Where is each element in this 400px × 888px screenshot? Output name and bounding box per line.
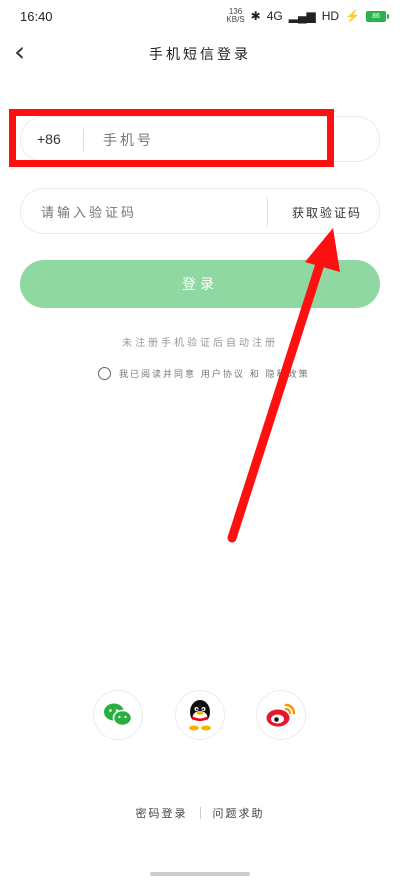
help-link[interactable]: 问题求助: [201, 805, 277, 821]
header: ‹ 手机短信登录: [0, 38, 400, 68]
wechat-icon: [104, 703, 133, 727]
verification-code-input[interactable]: [39, 197, 263, 229]
agreement-row[interactable]: 我已阅读并同意 用户协议 和 隐私政策: [98, 364, 318, 382]
login-button[interactable]: 登录: [20, 260, 380, 308]
social-login-row: [0, 690, 400, 742]
get-code-button[interactable]: 获取验证码: [279, 197, 375, 227]
qq-icon: [189, 700, 211, 731]
signal-icon: ▂▄▆: [288, 9, 316, 23]
phone-input-row: +86: [20, 116, 380, 162]
country-code-divider: [83, 129, 84, 151]
phone-input[interactable]: [101, 125, 355, 157]
weibo-icon: [266, 703, 296, 727]
auto-register-note: 未注册手机验证后自动注册: [122, 338, 278, 349]
signal-type: 4G: [266, 9, 283, 23]
battery-icon: 86: [366, 10, 389, 22]
code-input-row: 获取验证码: [20, 188, 380, 234]
page-title: 手机短信登录: [149, 47, 251, 63]
status-icons: 136 KB/S ✱ 4G ▂▄▆ HD ⚡ 86: [226, 7, 389, 24]
code-divider: [267, 197, 268, 227]
hd-label: HD: [321, 9, 340, 23]
home-indicator[interactable]: [150, 872, 250, 876]
agreement-text: 我已阅读并同意 用户协议 和 隐私政策: [119, 369, 310, 380]
network-speed: 136 KB/S: [226, 7, 245, 24]
footer: 密码登录 问题求助: [0, 803, 400, 823]
qq-login-button[interactable]: [175, 690, 225, 740]
status-bar: 16:40 136 KB/S ✱ 4G ▂▄▆ HD ⚡ 86: [0, 0, 400, 32]
charging-icon: ⚡: [345, 9, 360, 23]
status-time: 16:40: [20, 9, 53, 24]
country-code[interactable]: +86: [37, 131, 61, 147]
bluetooth-icon: ✱: [250, 9, 261, 23]
weibo-login-button[interactable]: [256, 690, 306, 740]
password-login-link[interactable]: 密码登录: [124, 805, 200, 821]
wechat-login-button[interactable]: [93, 690, 143, 740]
agreement-radio[interactable]: [98, 366, 111, 380]
